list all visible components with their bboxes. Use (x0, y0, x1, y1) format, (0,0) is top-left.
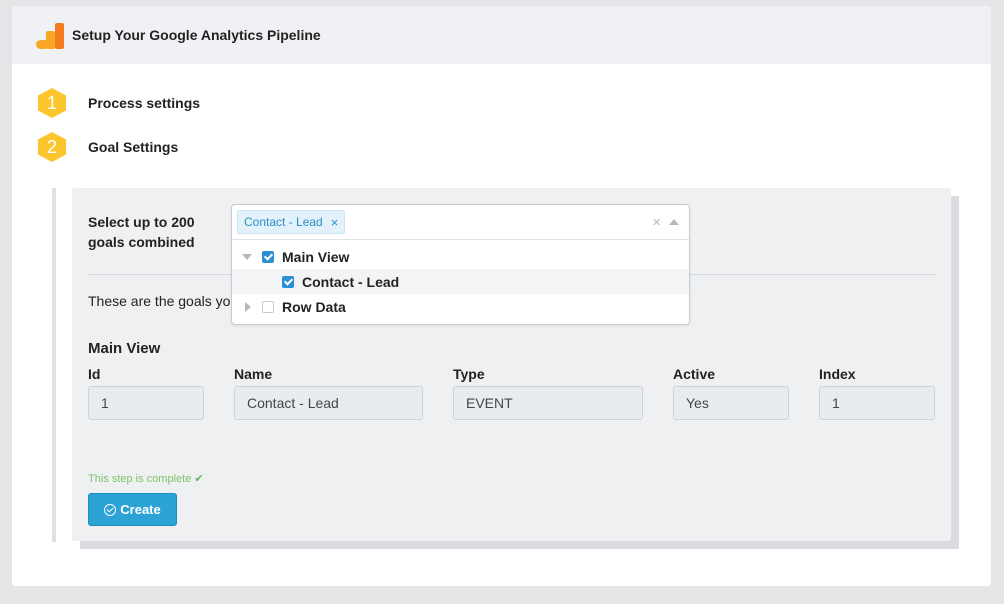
option-label: Row Data (282, 298, 346, 315)
step-goal-settings[interactable]: 2 Goal Settings (38, 132, 178, 162)
check-circle-icon (104, 503, 117, 516)
goals-multiselect-dropdown[interactable]: Contact - Lead × × Main View Contact - L… (231, 204, 690, 325)
column-header: Type (453, 366, 485, 382)
tree-option-contact-lead[interactable]: Contact - Lead (232, 269, 689, 294)
create-button-label: Create (120, 502, 161, 517)
step-complete-status: This step is complete ✔ (88, 472, 204, 485)
type-field: EVENT (453, 386, 643, 420)
checkbox-icon[interactable] (282, 276, 294, 288)
id-field: 1 (88, 386, 204, 420)
step-label: Goal Settings (88, 139, 179, 155)
column-name: Name Contact - Lead (234, 366, 423, 420)
selected-goal-tag: Contact - Lead × (237, 210, 346, 234)
goals-select-label-line2: goals combined (88, 234, 195, 250)
goals-info-text: These are the goals yo (88, 293, 231, 309)
goals-select-label: Select up to 200 goals combined (88, 212, 218, 252)
page-title: Setup Your Google Analytics Pipeline (72, 27, 321, 43)
option-label: Contact - Lead (302, 273, 400, 290)
google-analytics-logo-icon (36, 21, 64, 49)
checkmark-icon: ✔ (194, 473, 204, 485)
active-field: Yes (673, 386, 789, 420)
tree-option-main-view[interactable]: Main View (232, 244, 689, 269)
column-header: Active (673, 366, 716, 382)
create-button[interactable]: Create (88, 493, 177, 526)
tree-option-row-data[interactable]: Row Data (232, 294, 689, 319)
checkbox-icon[interactable] (262, 251, 274, 263)
status-text: This step is complete (88, 473, 192, 485)
collapse-arrow-icon[interactable] (669, 219, 679, 225)
name-field: Contact - Lead (234, 386, 423, 420)
goals-select-label-line1: Select up to 200 (88, 214, 195, 230)
multiselect-control[interactable]: Contact - Lead × × (232, 205, 689, 240)
clear-all-icon[interactable]: × (652, 214, 661, 231)
index-field: 1 (819, 386, 935, 420)
tag-label: Contact - Lead (244, 215, 323, 229)
column-active: Active Yes (673, 366, 789, 420)
step-number-badge: 2 (38, 132, 66, 162)
option-label: Main View (282, 248, 350, 265)
step-process-settings[interactable]: 1 Process settings (38, 88, 200, 118)
step-label: Process settings (88, 95, 201, 111)
column-header: Index (819, 366, 856, 382)
column-header: Id (88, 366, 101, 382)
column-index: Index 1 (819, 366, 935, 420)
column-type: Type EVENT (453, 366, 643, 420)
expand-toggle-icon[interactable] (242, 254, 252, 260)
remove-tag-icon[interactable]: × (331, 215, 339, 230)
section-title: Main View (88, 340, 161, 357)
column-id: Id 1 (88, 366, 204, 420)
collapse-toggle-icon[interactable] (245, 302, 251, 312)
card-header: Setup Your Google Analytics Pipeline (12, 6, 991, 64)
column-header: Name (234, 366, 273, 382)
step-number-badge: 1 (38, 88, 66, 118)
step-connector-line (52, 188, 56, 542)
checkbox-icon[interactable] (262, 301, 274, 313)
